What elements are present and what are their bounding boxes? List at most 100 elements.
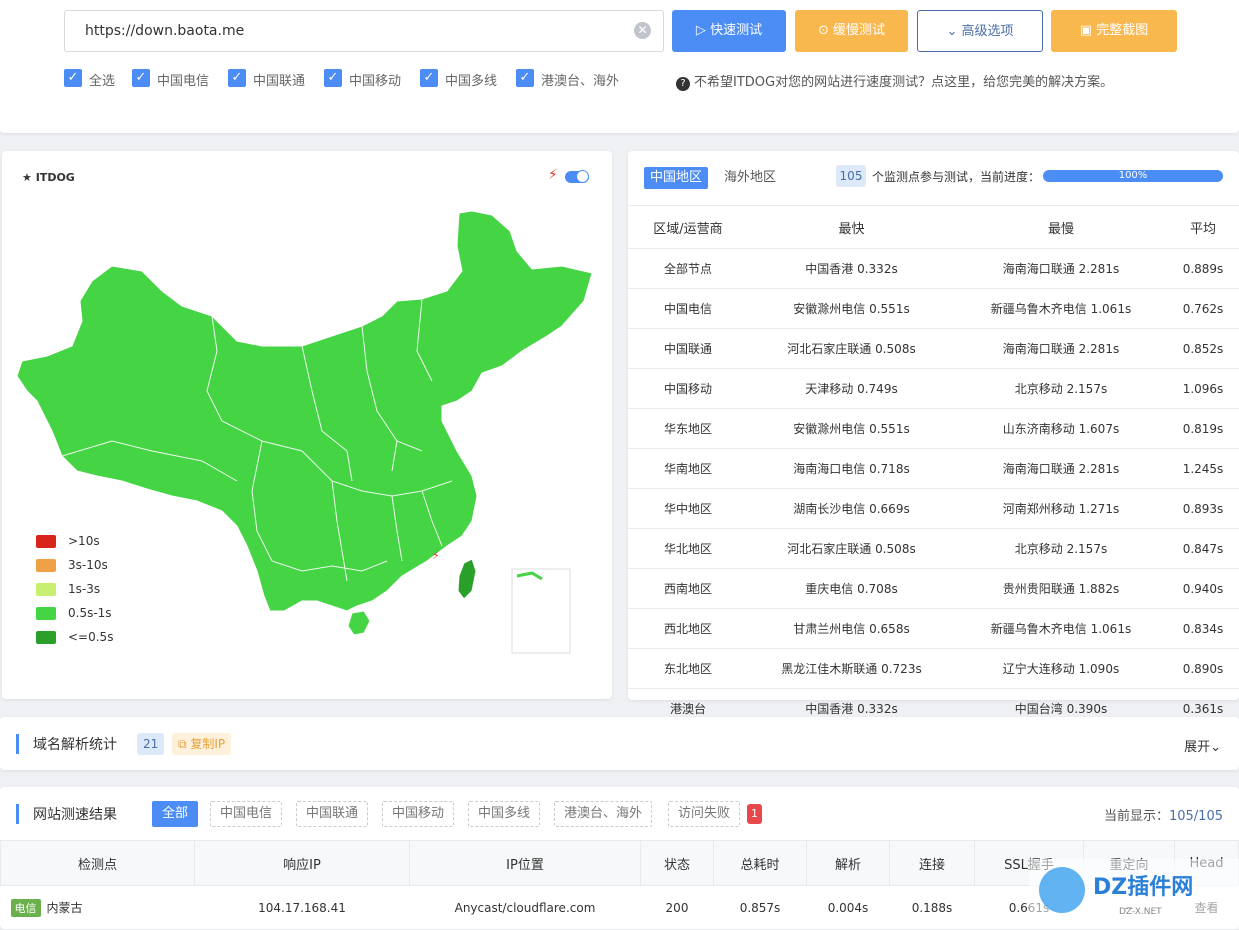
check-icon: ✓ (132, 69, 150, 87)
col-region: 区域/运营商 (628, 205, 748, 249)
expand-button[interactable]: 展开⌄ (1184, 736, 1221, 755)
progress-bar: 100% (1043, 170, 1223, 182)
table-row: 全部节点 中国香港 0.332s 海南海口联通 2.281s 0.889s (628, 248, 1239, 289)
dns-count-badge: 21 (137, 733, 165, 755)
url-value[interactable]: https://down.baota.me (85, 23, 244, 39)
node-cell: 电信 内蒙古 (0, 885, 195, 930)
region-cell: 东北地区 (628, 648, 748, 689)
table-row: 华南地区 海南海口电信 0.718s 海南海口联通 2.281s 1.245s (628, 448, 1239, 489)
results-title: 网站测速结果 (33, 807, 117, 823)
col-average: 平均 (1167, 205, 1239, 249)
slowest-cell: 海南海口联通 2.281s (955, 328, 1167, 369)
status-cell: 200 (640, 885, 714, 930)
screenshot-button[interactable]: ▣ 完整截图 (1051, 10, 1177, 52)
location-cell: Anycast/cloudflare.com (409, 885, 641, 930)
chevron-down-icon: ⌄ (1210, 740, 1221, 755)
filter-mobile[interactable]: 中国移动 (382, 801, 455, 827)
fastest-cell: 安徽滁州电信 0.551s (748, 288, 955, 329)
average-cell: 0.834s (1167, 608, 1239, 649)
lightning-marker-icon: ⚡ (432, 549, 440, 562)
fastest-cell: 河北石家庄联通 0.508s (748, 528, 955, 569)
tab-overseas[interactable]: 海外地区 (718, 167, 782, 189)
url-input[interactable]: https://down.baota.me ✕ (64, 10, 664, 52)
quick-test-button[interactable]: ▷ 快速测试 (672, 10, 786, 52)
check-icon: ✓ (228, 69, 246, 87)
advanced-options-button[interactable]: ⌄ 高级选项 (917, 10, 1043, 52)
table-header-row: 区域/运营商 最快 最慢 平均 (628, 205, 1239, 249)
slowest-cell: 贵州贵阳联通 1.882s (955, 568, 1167, 609)
region-cell: 中国电信 (628, 288, 748, 329)
title-accent (16, 734, 19, 754)
clear-icon[interactable]: ✕ (634, 22, 651, 39)
check-icon: ✓ (516, 69, 534, 87)
region-cell: 中国联通 (628, 328, 748, 369)
table-row: 东北地区 黑龙江佳木斯联通 0.723s 辽宁大连移动 1.090s 0.890s (628, 648, 1239, 689)
average-cell: 0.890s (1167, 648, 1239, 689)
filter-overseas[interactable]: 港澳台、海外 (554, 801, 653, 827)
average-cell: 0.940s (1167, 568, 1239, 609)
filter-all[interactable]: 全部 (152, 801, 199, 827)
filter-multiline[interactable]: 中国多线 (468, 801, 541, 827)
filter-telecom[interactable]: 中国电信 (210, 801, 283, 827)
fastest-cell: 天津移动 0.749s (748, 368, 955, 409)
slowest-cell: 海南海口联通 2.281s (955, 248, 1167, 289)
table-row: 中国电信 安徽滁州电信 0.551s 新疆乌鲁木齐电信 1.061s 0.762s (628, 288, 1239, 329)
fastest-cell: 海南海口电信 0.718s (748, 448, 955, 489)
title-accent (16, 804, 19, 824)
average-cell: 0.762s (1167, 288, 1239, 329)
table-row: 中国联通 河北石家庄联通 0.508s 海南海口联通 2.281s 0.852s (628, 328, 1239, 369)
fastest-cell: 安徽滁州电信 0.551s (748, 408, 955, 449)
test-control-panel: https://down.baota.me ✕ ▷ 快速测试 ⊙ 缓慢测试 ⌄ … (0, 0, 1239, 133)
region-cell: 西南地区 (628, 568, 748, 609)
isp-badge: 电信 (10, 898, 41, 917)
play-icon: ▷ (695, 23, 711, 38)
region-cell: 华东地区 (628, 408, 748, 449)
failed-count-badge: 1 (747, 804, 762, 824)
china-mainland-shape (16, 210, 593, 612)
slow-test-button[interactable]: ⊙ 缓慢测试 (795, 10, 908, 52)
camera-icon: ▣ (1079, 23, 1097, 38)
south-sea-inset (511, 568, 571, 654)
col-slowest: 最慢 (955, 205, 1167, 249)
ip-cell: 104.17.168.41 (194, 885, 410, 930)
fastest-cell: 中国香港 0.332s (748, 248, 955, 289)
opt-out-notice[interactable]: ? 不希望ITDOG对您的网站进行速度测试？点这里，给您完美的解决方案。 (676, 71, 1113, 91)
filter-failed[interactable]: 访问失败 (668, 801, 741, 827)
col-ip: 响应IP (194, 840, 410, 886)
col-fastest: 最快 (748, 205, 955, 249)
slowest-cell: 新疆乌鲁木齐电信 1.061s (955, 608, 1167, 649)
col-total: 总耗时 (713, 840, 807, 886)
copy-icon: ⧉ (178, 737, 191, 751)
check-icon: ✓ (64, 69, 82, 87)
slowest-cell: 海南海口联通 2.281s (955, 448, 1167, 489)
slowest-cell: 辽宁大连移动 1.090s (955, 648, 1167, 689)
region-cell: 中国移动 (628, 368, 748, 409)
connect-cell: 0.188s (889, 885, 975, 930)
col-status: 状态 (640, 840, 714, 886)
dns-cell: 0.004s (806, 885, 890, 930)
fastest-cell: 甘肃兰州电信 0.658s (748, 608, 955, 649)
table-row: 华北地区 河北石家庄联通 0.508s 北京移动 2.157s 0.847s (628, 528, 1239, 569)
table-row: 西南地区 重庆电信 0.708s 贵州贵阳联通 1.882s 0.940s (628, 568, 1239, 609)
slowest-cell: 北京移动 2.157s (955, 528, 1167, 569)
region-cell: 华中地区 (628, 488, 748, 529)
hainan-shape (347, 610, 371, 636)
table-row: 华中地区 湖南长沙电信 0.669s 河南郑州移动 1.271s 0.893s (628, 488, 1239, 529)
total-cell: 0.857s (713, 885, 807, 930)
dns-stats-panel: 域名解析统计 21 ⧉ 复制IP 展开⌄ (0, 717, 1239, 770)
copy-ip-button[interactable]: ⧉ 复制IP (172, 733, 232, 755)
filter-unicom[interactable]: 中国联通 (296, 801, 369, 827)
region-stats-table: 区域/运营商 最快 最慢 平均 全部节点 中国香港 0.332s 海南海口联通 2.… (628, 205, 1239, 729)
average-cell: 0.819s (1167, 408, 1239, 449)
shown-count: 当前显示：105/105 (1103, 809, 1223, 824)
table-row: 中国移动 天津移动 0.749s 北京移动 2.157s 1.096s (628, 368, 1239, 409)
average-cell: 0.847s (1167, 528, 1239, 569)
col-node: 检测点 (0, 840, 195, 886)
node-count-badge: 105 (836, 165, 866, 187)
region-cell: 华北地区 (628, 528, 748, 569)
col-connect: 连接 (889, 840, 975, 886)
check-icon: ✓ (420, 69, 438, 87)
question-icon: ? (676, 77, 690, 91)
fastest-cell: 河北石家庄联通 0.508s (748, 328, 955, 369)
tab-china[interactable]: 中国地区 (644, 167, 709, 189)
